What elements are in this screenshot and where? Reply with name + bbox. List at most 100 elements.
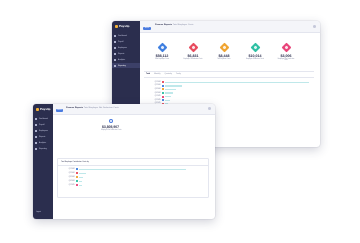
divider bbox=[144, 71, 314, 72]
sidebar-item-payroll[interactable]: Payroll bbox=[33, 122, 53, 127]
page-title: Finance Reports Total Employer Net Deduc… bbox=[66, 107, 119, 109]
value-bar bbox=[165, 88, 176, 91]
table-row[interactable]: Q1 2024 bbox=[146, 81, 309, 84]
tab-quarterly[interactable]: Quarterly bbox=[164, 73, 171, 75]
stat-tile[interactable]: $3,006 Employee Tax Deduction Costs bbox=[276, 42, 296, 68]
contribution-card: Total Employer Contribution Costs by Q1 … bbox=[57, 158, 209, 198]
brand-icon bbox=[36, 108, 39, 111]
sidebar-item-reporting[interactable]: Reporting bbox=[112, 63, 140, 68]
value-bar bbox=[165, 85, 182, 87]
stat-icon bbox=[188, 42, 198, 53]
table-row[interactable]: Q1 2025 bbox=[60, 184, 83, 187]
brand-logo[interactable]: Payslip bbox=[36, 108, 51, 111]
sidebar-item-dashboard[interactable]: Dashboard bbox=[33, 116, 53, 121]
back-button[interactable]: Back bbox=[143, 27, 151, 30]
table-row[interactable]: Q4 2024 bbox=[60, 180, 83, 183]
stat-tile[interactable]: $8,448 Net Payment Costs bbox=[214, 42, 234, 68]
value-bar bbox=[165, 81, 309, 84]
sidebar-item-reporting[interactable]: Reporting bbox=[33, 146, 53, 151]
legend-chip bbox=[162, 99, 164, 102]
stat-tile[interactable]: $58,112 Total Employer Costs bbox=[152, 42, 172, 68]
table-row[interactable]: Q3 2024 bbox=[146, 88, 176, 91]
value-bar bbox=[79, 180, 83, 183]
row-label: Q3 2024 bbox=[68, 176, 75, 178]
legend-chip bbox=[162, 84, 164, 87]
stat-value: $58,112 bbox=[155, 54, 169, 58]
brand-icon bbox=[115, 25, 118, 28]
avatar[interactable] bbox=[313, 25, 316, 28]
table-row[interactable]: Q2 2024 bbox=[60, 172, 86, 175]
employees-icon bbox=[114, 46, 116, 49]
sidebar-item-label: Reporting bbox=[39, 147, 47, 150]
sidebar-item-employees[interactable]: Employees bbox=[112, 45, 140, 50]
tab-total[interactable]: Total bbox=[146, 73, 150, 75]
value-bar bbox=[79, 176, 84, 179]
stat-label: Employer Contribution Costs bbox=[183, 58, 203, 60]
screenshot-stage: Payslip Dashboard Payroll Employees Reports… bbox=[0, 0, 360, 243]
coin-icon bbox=[109, 119, 113, 123]
reports-icon bbox=[35, 135, 37, 138]
stat-label: Employee Tax Deduction Costs bbox=[277, 58, 295, 62]
legend-chip bbox=[76, 180, 78, 183]
sidebar-item-reports[interactable]: Reports bbox=[33, 134, 53, 139]
stat-value: $8,448 bbox=[218, 54, 230, 58]
table-row[interactable]: Q1 2025 bbox=[146, 95, 171, 98]
stat-label: Net Payment Costs bbox=[217, 58, 231, 60]
stat-label: Total Employer Costs bbox=[154, 58, 170, 60]
sidebar-item-employees[interactable]: Employees bbox=[33, 128, 53, 133]
brand-logo[interactable]: Payslip bbox=[115, 25, 130, 28]
analytics-icon bbox=[114, 58, 116, 61]
tab-yearly[interactable]: Yearly bbox=[176, 73, 181, 75]
reporting-icon bbox=[114, 64, 116, 67]
stat-value: $10,014 bbox=[248, 54, 262, 58]
stat-value: $6,831 bbox=[187, 54, 199, 58]
sidebar-item-label: Payroll bbox=[118, 40, 124, 43]
sidebar-item-label: Dashboard bbox=[39, 117, 48, 120]
sidebar-item-label: Payroll bbox=[39, 123, 45, 126]
stat-label: Employee Deduction Costs bbox=[245, 58, 265, 60]
sidebar-item-label: Dashboard bbox=[118, 34, 127, 37]
stat-icon bbox=[250, 42, 260, 53]
table-row[interactable]: Q3 2024 bbox=[60, 176, 84, 179]
sidebar-item-analytics[interactable]: Analytics bbox=[112, 57, 140, 62]
legend-chip bbox=[76, 172, 78, 175]
legend-chip bbox=[162, 92, 164, 95]
row-label: Q2 2024 bbox=[68, 172, 75, 174]
row-label: Q2 2024 bbox=[154, 85, 161, 87]
table-row[interactable]: Q1 2024 bbox=[60, 168, 186, 171]
value-bar bbox=[165, 99, 170, 102]
legend-chip bbox=[76, 168, 78, 171]
tab-monthly[interactable]: Monthly bbox=[154, 73, 160, 75]
top-bar: Back Finance Reports Total Employer Cost… bbox=[140, 21, 320, 33]
table-row[interactable]: Q2 2025 bbox=[146, 99, 170, 102]
logout-link[interactable]: Logout bbox=[36, 212, 41, 213]
sidebar-item-dashboard[interactable]: Dashboard bbox=[112, 33, 140, 38]
sidebar: Payslip Dashboard Payroll Employees Reports… bbox=[33, 104, 53, 219]
table-row[interactable]: Q4 2024 bbox=[146, 92, 173, 95]
stat-tile[interactable]: $10,014 Employee Deduction Costs bbox=[245, 42, 265, 68]
payroll-icon bbox=[114, 40, 116, 43]
row-label: Q2 2025 bbox=[154, 99, 161, 101]
sidebar-item-label: Reports bbox=[39, 135, 46, 138]
legend-chip bbox=[162, 95, 164, 98]
sidebar-item-reports[interactable]: Reports bbox=[112, 51, 140, 56]
sidebar-item-payroll[interactable]: Payroll bbox=[112, 39, 140, 44]
home-icon bbox=[35, 117, 37, 120]
row-label: Q3 2024 bbox=[154, 88, 161, 90]
sidebar-item-label: Analytics bbox=[118, 58, 126, 61]
value-bar bbox=[79, 168, 186, 171]
row-label: Q4 2024 bbox=[68, 180, 75, 182]
row-label: Q1 2025 bbox=[154, 96, 161, 98]
payroll-icon bbox=[35, 123, 37, 126]
finance-reports-window-front: Payslip Dashboard Payroll Employees Reports… bbox=[33, 104, 215, 219]
stat-icon bbox=[219, 42, 229, 53]
sidebar-item-label: Analytics bbox=[39, 141, 47, 144]
avatar[interactable] bbox=[208, 107, 211, 110]
table-row[interactable]: Q2 2024 bbox=[146, 84, 182, 88]
back-button[interactable]: Back bbox=[56, 109, 63, 112]
page-subtitle: Total Employer Net Deduction Costs bbox=[83, 107, 119, 109]
stat-tile[interactable]: $6,831 Employer Contribution Costs bbox=[183, 42, 203, 68]
employees-icon bbox=[35, 129, 37, 132]
sidebar-item-label: Reports bbox=[118, 52, 125, 55]
sidebar-item-analytics[interactable]: Analytics bbox=[33, 140, 53, 145]
